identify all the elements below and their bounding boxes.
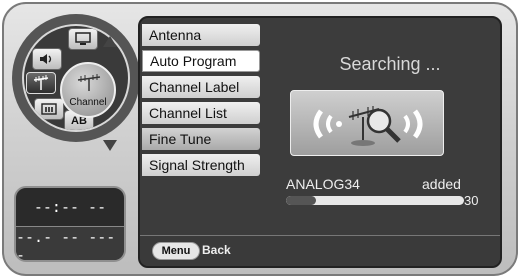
center-label: Channel xyxy=(69,97,107,108)
menu-item-channel-label[interactable]: Channel Label xyxy=(142,76,260,98)
channel-result: added xyxy=(422,176,461,192)
menu-item-channel-list[interactable]: Channel List xyxy=(142,102,260,124)
menu-item-fine-tune[interactable]: Fine Tune xyxy=(142,128,260,150)
antenna-search-icon xyxy=(313,106,423,146)
antenna-icon xyxy=(33,75,49,90)
up-arrow-icon[interactable] xyxy=(103,36,117,47)
channel-center-button[interactable]: Channel xyxy=(60,62,116,118)
menu-button[interactable]: Menu xyxy=(152,242,200,260)
tv-screen-icon xyxy=(75,32,91,45)
clock-time: --:-- -- xyxy=(33,197,107,216)
picture-segment[interactable] xyxy=(68,28,98,50)
channel-menu: Antenna Auto Program Channel Label Chann… xyxy=(142,24,260,180)
subtitle-icon xyxy=(41,103,57,115)
speaker-icon xyxy=(40,54,52,64)
scan-progress-fill xyxy=(286,196,316,205)
menu-item-antenna[interactable]: Antenna xyxy=(142,24,260,46)
down-arrow-icon[interactable] xyxy=(103,140,117,151)
scan-status: Searching ... xyxy=(339,54,441,74)
back-label: Back xyxy=(202,243,231,257)
clock-panel: --:-- -- --.- -- ---- xyxy=(14,186,126,262)
menu-item-auto-program[interactable]: Auto Program xyxy=(142,50,260,72)
antenna-icon xyxy=(77,74,101,91)
footer-bar: Menu Back xyxy=(140,235,500,266)
main-screen: Antenna Auto Program Channel Label Chann… xyxy=(138,16,502,268)
menu-item-signal-strength[interactable]: Signal Strength xyxy=(142,154,260,176)
sound-segment[interactable] xyxy=(32,48,62,70)
progress-max-label: 30 xyxy=(464,193,479,208)
caption-segment[interactable] xyxy=(34,98,64,120)
search-icon-panel xyxy=(290,90,444,156)
clock-date: --.- -- ---- xyxy=(16,226,124,260)
channel-name: ANALOG34 xyxy=(286,176,360,192)
scan-progress-bar xyxy=(286,196,464,205)
antenna-segment[interactable] xyxy=(26,72,56,94)
